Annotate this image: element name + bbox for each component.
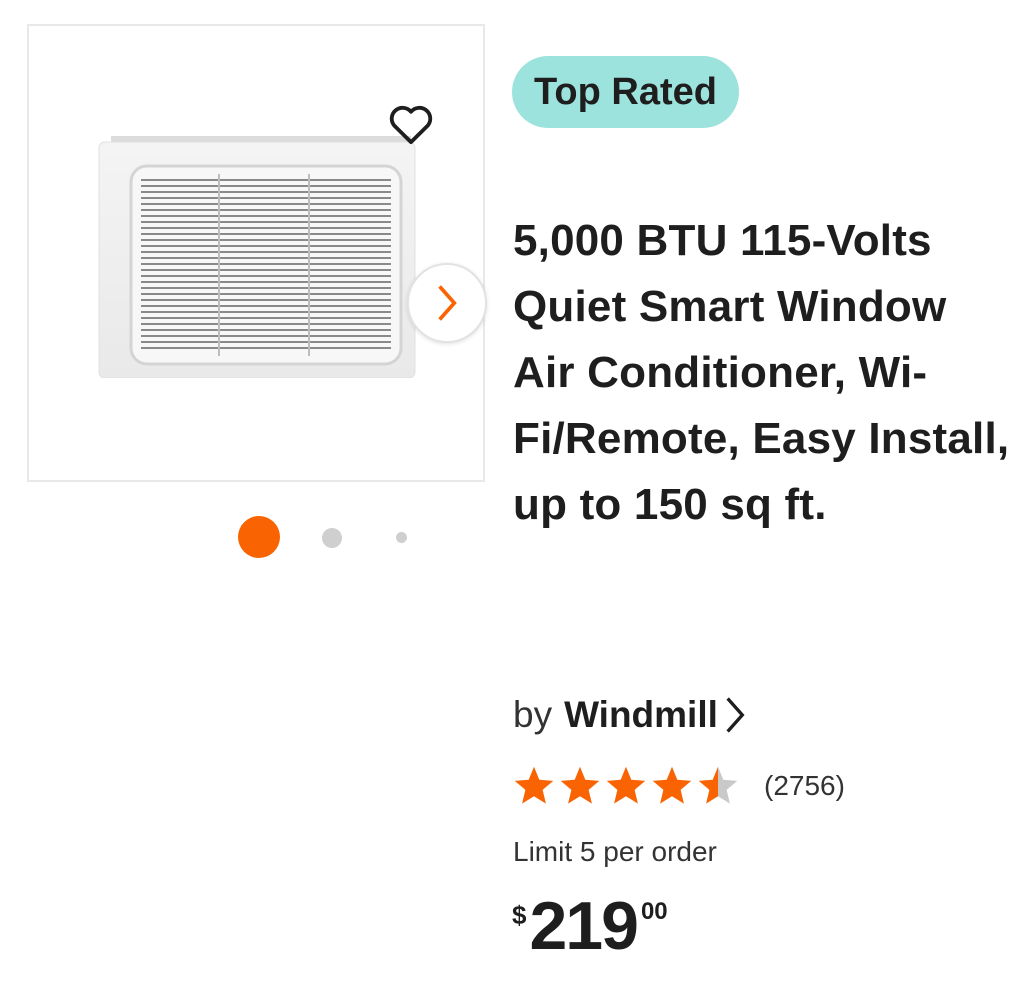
star-filled-icon — [514, 766, 554, 804]
star-filled-icon — [652, 766, 692, 804]
product-image — [98, 136, 416, 378]
price-dollars: 219 — [529, 888, 638, 964]
brand-name: Windmill — [564, 694, 718, 735]
pagination-dot[interactable] — [322, 528, 342, 548]
star-half-icon — [698, 766, 738, 804]
star-filled-icon — [560, 766, 600, 804]
price-currency: $ — [512, 900, 527, 930]
order-limit: Limit 5 per order — [513, 836, 717, 867]
star-rating — [512, 764, 742, 808]
product-image-frame[interactable] — [27, 24, 487, 482]
chevron-right-icon — [438, 285, 457, 321]
heart-outline-icon — [389, 105, 433, 145]
product-title[interactable]: 5,000 BTU 115-Volts Quiet Smart Window A… — [513, 208, 1013, 538]
next-image-button[interactable] — [407, 263, 487, 343]
favorite-button[interactable] — [385, 98, 437, 150]
product-card: Top Rated 5,000 BTU 115-Volts Quiet Smar… — [0, 0, 1024, 994]
rating-summary[interactable]: (2756) — [512, 764, 845, 808]
chevron-right-icon — [724, 696, 746, 734]
top-rated-badge: Top Rated — [512, 56, 739, 128]
brand-link[interactable]: by Windmill — [513, 690, 746, 740]
pagination-dot[interactable] — [396, 532, 407, 543]
star-filled-icon — [606, 766, 646, 804]
brand-prefix: by — [513, 694, 553, 735]
review-count: (2756) — [764, 770, 845, 801]
price: $ 219 00 — [512, 886, 668, 966]
pagination-dot-active[interactable] — [238, 516, 280, 558]
image-pagination — [236, 514, 416, 558]
price-cents: 00 — [640, 898, 668, 925]
